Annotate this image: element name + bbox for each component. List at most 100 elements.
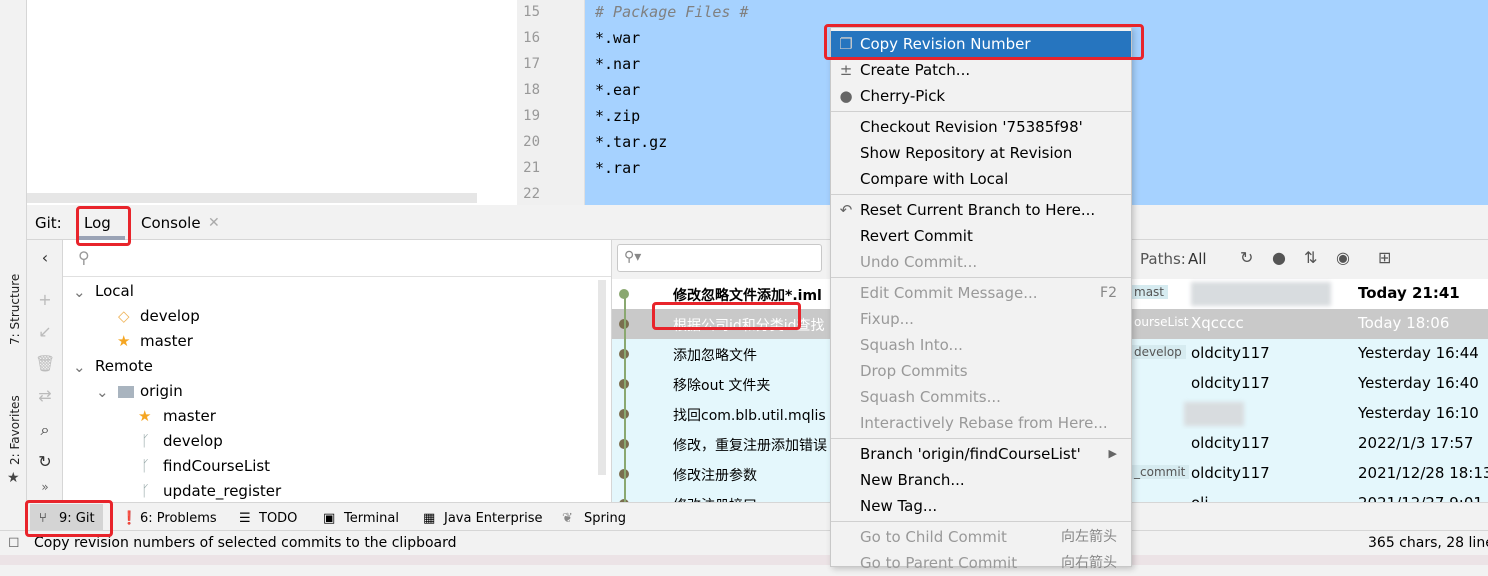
eye-icon[interactable]: ◉ [1336, 248, 1350, 267]
menu-item-create-patch[interactable]: ± Create Patch... [831, 57, 1131, 83]
menu-item-new-tag[interactable]: New Tag... [831, 493, 1131, 519]
structure-tab[interactable]: 7: Structure [8, 274, 22, 345]
left-tool-strip: 7: Structure 2: Favorites ★ [0, 0, 27, 530]
menu-item-label: Reset Current Branch to Here... [860, 201, 1096, 219]
commit-search-input[interactable]: ⚲▾ [617, 244, 822, 272]
menu-item-label: Squash Into... [860, 336, 963, 354]
menu-item-checkout-revision-75385f98[interactable]: Checkout Revision '75385f98' [831, 114, 1131, 140]
tag-icon: ◇ [118, 307, 130, 325]
menu-item-show-repository-at-revision[interactable]: Show Repository at Revision [831, 140, 1131, 166]
commit-date: Today 21:41 [1358, 284, 1460, 302]
git-toolwindow-header: Git: Log Console ✕ [27, 205, 1488, 240]
more-icon[interactable]: » [35, 480, 55, 494]
line-number: 20 [523, 134, 540, 150]
menu-item-label: New Branch... [860, 471, 965, 489]
commit-date: 2022/1/3 17:57 [1358, 434, 1474, 452]
status-bar: ◻ Copy revision numbers of selected comm… [0, 530, 1488, 555]
menu-item-branch-origin-findcourselist[interactable]: Branch 'origin/findCourseList' ▶ [831, 441, 1131, 467]
paths-label: Paths: [1140, 250, 1186, 268]
editor-gutter: 15 16 17 18 19 20 21 22 [517, 0, 585, 205]
branch-search-input[interactable]: ⚲ [63, 240, 611, 277]
tab-console[interactable]: Console [141, 214, 201, 232]
favorites-tab[interactable]: 2: Favorites [8, 395, 22, 465]
menu-item-go-to-parent-commit[interactable]: Go to Parent Commit 向右箭头 [831, 550, 1131, 576]
ref-label: ourseList [1134, 315, 1189, 329]
tree-remote-master[interactable]: master [163, 407, 216, 425]
menu-item-label: Go to Child Commit [860, 528, 1007, 546]
close-icon[interactable]: ✕ [208, 215, 220, 231]
tree-remote[interactable]: Remote [95, 357, 153, 375]
menu-item-label: Compare with Local [860, 170, 1009, 188]
horizontal-scrollbar[interactable] [27, 193, 477, 203]
tree-remote-findcourselist[interactable]: findCourseList [163, 457, 270, 475]
tab-java-enterprise[interactable]: Java Enterprise [444, 511, 542, 526]
problems-icon: ❗ [121, 511, 138, 526]
tab-spring[interactable]: Spring [584, 511, 626, 526]
terminal-icon: ▣ [323, 511, 336, 526]
tree-local-develop[interactable]: develop [140, 307, 200, 325]
menu-item-squash-commits[interactable]: Squash Commits... [831, 384, 1131, 410]
menu-item-undo-commit[interactable]: Undo Commit... [831, 249, 1131, 275]
vertical-scrollbar[interactable] [598, 280, 606, 475]
submenu-arrow-icon: ▶ [1108, 447, 1117, 460]
menu-item-revert-commit[interactable]: Revert Commit [831, 223, 1131, 249]
menu-item-label: Interactively Rebase from Here... [860, 414, 1108, 432]
menu-item-drop-commits[interactable]: Drop Commits [831, 358, 1131, 384]
cherry-pick-icon[interactable]: ● [1272, 248, 1286, 267]
code-line[interactable]: *.ear [595, 81, 640, 99]
menu-item-edit-commit-message[interactable]: Edit Commit Message... F2 [831, 280, 1131, 306]
code-line[interactable]: # Package Files # [595, 3, 749, 21]
paths-filter[interactable]: All [1188, 250, 1207, 268]
annotation-box [25, 500, 113, 537]
branch-icon: ᚴ [141, 482, 151, 500]
patch-icon: ± [839, 61, 853, 79]
branch-icon: ᚴ [141, 457, 151, 475]
refresh-icon[interactable]: ↻ [1240, 248, 1253, 267]
toggle-panels-icon[interactable]: ◻ [8, 534, 20, 550]
code-line[interactable]: *.rar [595, 159, 640, 177]
tree-local[interactable]: Local [95, 282, 134, 300]
collapse-icon[interactable]: ‹ [35, 248, 55, 267]
folder-icon [118, 386, 134, 398]
branches-panel: ⚲ ⌄ Local ◇ develop ★ master ⌄ Remote ⌄ … [63, 240, 612, 502]
tree-origin[interactable]: origin [140, 382, 183, 400]
menu-item-compare-with-local[interactable]: Compare with Local [831, 166, 1131, 192]
commit-date: Today 18:06 [1358, 314, 1450, 332]
menu-item-interactively-rebase-from-here[interactable]: Interactively Rebase from Here... [831, 410, 1131, 436]
menu-item-reset-current-branch-to-here[interactable]: ↶ Reset Current Branch to Here... [831, 197, 1131, 223]
tree-remote-update-register[interactable]: update_register [163, 482, 281, 500]
tree-remote-develop[interactable]: develop [163, 432, 223, 450]
menu-item-go-to-child-commit[interactable]: Go to Child Commit 向左箭头 [831, 524, 1131, 550]
commit-date: Yesterday 16:40 [1358, 374, 1479, 392]
refresh-icon[interactable]: ↻ [35, 452, 55, 471]
menu-separator [831, 438, 1131, 439]
add-icon[interactable]: + [35, 290, 55, 309]
menu-item-cherry-pick[interactable]: ● Cherry-Pick [831, 83, 1131, 109]
search-icon[interactable]: ⌕ [35, 420, 55, 440]
tree-local-master[interactable]: master [140, 332, 193, 350]
tab-terminal[interactable]: Terminal [344, 511, 399, 526]
chevron-down-icon[interactable]: ⌄ [96, 383, 109, 401]
background [0, 555, 1488, 565]
code-line[interactable]: *.tar.gz [595, 133, 667, 151]
code-line[interactable]: *.zip [595, 107, 640, 125]
checkout-icon[interactable]: ↙ [35, 322, 55, 341]
code-line[interactable]: *.war [595, 29, 640, 47]
sort-icon[interactable]: ⇅ [1304, 248, 1317, 267]
tab-problems[interactable]: 6: Problems [140, 511, 217, 526]
menu-item-fixup[interactable]: Fixup... [831, 306, 1131, 332]
chevron-down-icon[interactable]: ⌄ [73, 358, 86, 376]
branch-icon: ᚴ [141, 432, 151, 450]
delete-icon[interactable]: 🗑 [35, 354, 55, 373]
new-tab-icon[interactable]: ⊞ [1378, 248, 1391, 267]
menu-item-new-branch[interactable]: New Branch... [831, 467, 1131, 493]
compare-icon[interactable]: ⇄ [35, 386, 55, 405]
code-line[interactable]: *.nar [595, 55, 640, 73]
menu-separator [831, 194, 1131, 195]
tab-todo[interactable]: TODO [259, 511, 297, 526]
chevron-down-icon[interactable]: ⌄ [73, 283, 86, 301]
menu-item-squash-into[interactable]: Squash Into... [831, 332, 1131, 358]
bottom-toolbar: ⑂ 9: Git ❗ 6: Problems ☰ TODO ▣ Terminal… [27, 502, 1488, 530]
shortcut-label: 向右箭头 [1061, 555, 1117, 571]
ref-label: _commit [1130, 465, 1190, 479]
